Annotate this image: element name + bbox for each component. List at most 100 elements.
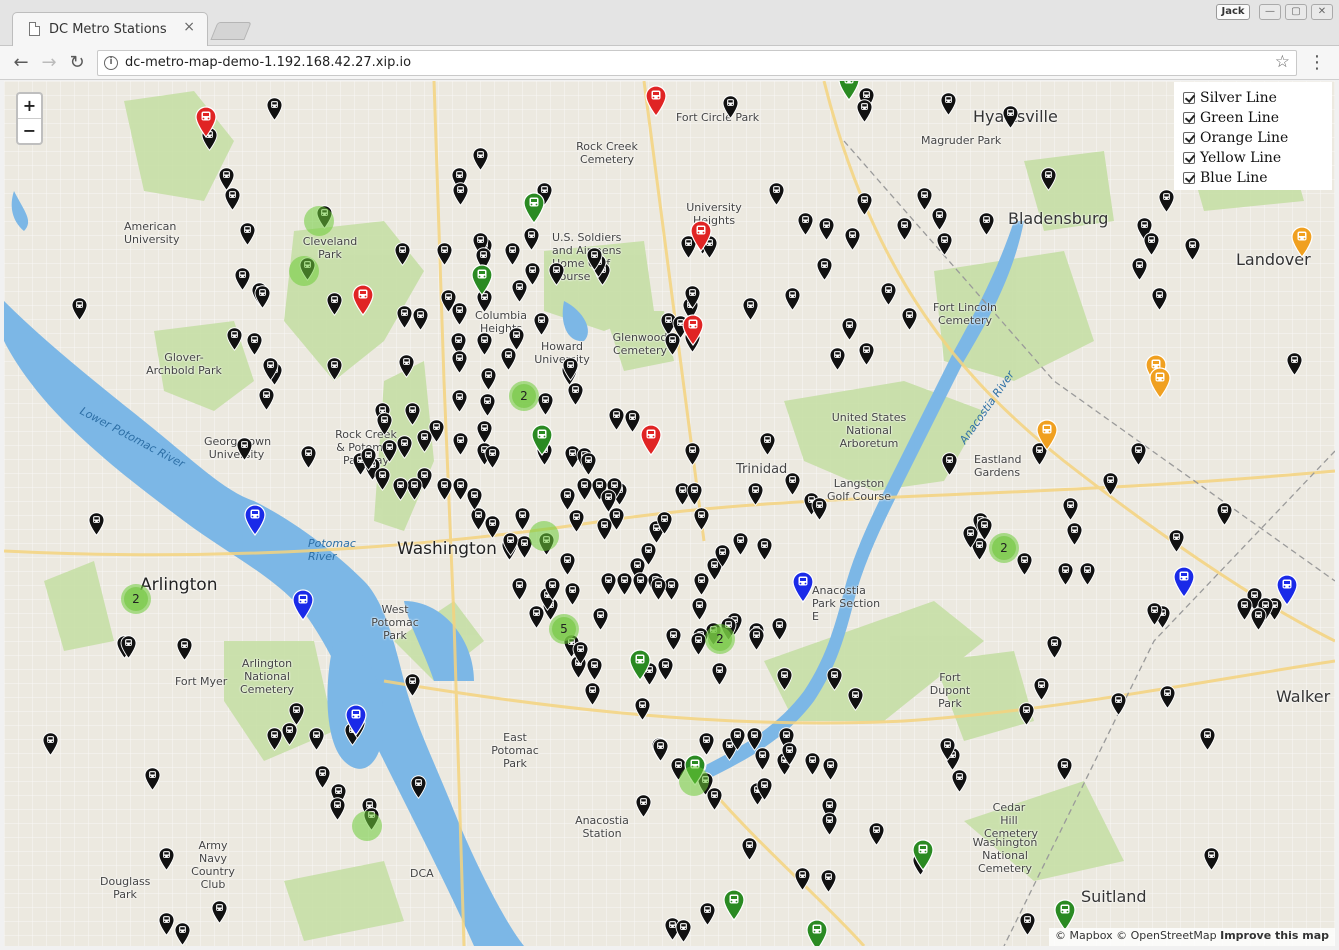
- station-marker-icon[interactable]: [404, 402, 421, 426]
- station-marker-icon[interactable]: [723, 889, 745, 921]
- station-marker-icon[interactable]: [829, 347, 846, 371]
- station-marker-icon[interactable]: [511, 279, 528, 303]
- station-marker-icon[interactable]: [592, 607, 609, 631]
- station-marker-icon[interactable]: [352, 284, 374, 316]
- checkbox-green[interactable]: [1183, 112, 1195, 124]
- back-icon[interactable]: ←: [10, 52, 32, 74]
- station-marker-icon[interactable]: [976, 517, 993, 541]
- station-marker-icon[interactable]: [345, 704, 367, 736]
- station-marker-icon[interactable]: [747, 482, 764, 506]
- station-marker-icon[interactable]: [176, 637, 193, 661]
- station-marker-icon[interactable]: [567, 382, 584, 406]
- station-marker-icon[interactable]: [158, 847, 175, 871]
- station-marker-icon[interactable]: [1146, 602, 1163, 626]
- browser-tab[interactable]: DC Metro Stations ×: [12, 12, 208, 46]
- station-marker-icon[interactable]: [794, 867, 811, 891]
- station-marker-icon[interactable]: [690, 632, 707, 656]
- station-marker-icon[interactable]: [412, 307, 429, 331]
- station-marker-icon[interactable]: [1002, 105, 1019, 129]
- station-marker-icon[interactable]: [596, 517, 613, 541]
- address-bar[interactable]: i dc-metro-map-demo-1.192.168.42.27.xip.…: [97, 50, 1297, 76]
- station-marker-icon[interactable]: [1286, 352, 1303, 376]
- station-marker-icon[interactable]: [523, 192, 545, 224]
- station-marker-icon[interactable]: [856, 192, 873, 216]
- station-marker-icon[interactable]: [224, 187, 241, 211]
- station-marker-icon[interactable]: [665, 627, 682, 651]
- station-marker-icon[interactable]: [847, 687, 864, 711]
- zoom-in-button[interactable]: +: [18, 94, 41, 118]
- station-marker-icon[interactable]: [729, 727, 746, 751]
- station-marker-icon[interactable]: [1036, 419, 1058, 451]
- station-marker-icon[interactable]: [360, 447, 377, 471]
- station-marker-icon[interactable]: [675, 919, 692, 943]
- station-marker-icon[interactable]: [326, 357, 343, 381]
- station-marker-icon[interactable]: [158, 912, 175, 936]
- station-marker-icon[interactable]: [476, 420, 493, 444]
- station-marker-icon[interactable]: [1033, 677, 1050, 701]
- station-marker-icon[interactable]: [1168, 529, 1185, 553]
- station-marker-icon[interactable]: [806, 919, 828, 946]
- station-marker-icon[interactable]: [624, 409, 641, 433]
- station-marker-icon[interactable]: [664, 332, 681, 356]
- station-marker-icon[interactable]: [838, 81, 860, 101]
- station-marker-icon[interactable]: [266, 97, 283, 121]
- station-marker-icon[interactable]: [580, 452, 597, 476]
- station-marker-icon[interactable]: [502, 532, 519, 556]
- station-marker-icon[interactable]: [1199, 727, 1216, 751]
- layer-yellow[interactable]: Yellow Line: [1183, 148, 1332, 168]
- station-marker-icon[interactable]: [1057, 562, 1074, 586]
- station-marker-icon[interactable]: [436, 477, 453, 501]
- station-marker-icon[interactable]: [754, 747, 771, 771]
- station-marker-icon[interactable]: [244, 504, 266, 536]
- station-marker-icon[interactable]: [392, 477, 409, 501]
- station-marker-icon[interactable]: [531, 424, 553, 456]
- station-marker-icon[interactable]: [396, 305, 413, 329]
- station-marker-icon[interactable]: [629, 649, 651, 681]
- station-marker-icon[interactable]: [410, 775, 427, 799]
- station-marker-icon[interactable]: [329, 797, 346, 821]
- close-window-icon[interactable]: ✕: [1311, 4, 1333, 20]
- checkbox-blue[interactable]: [1183, 172, 1195, 184]
- station-marker-icon[interactable]: [640, 424, 662, 456]
- kebab-menu-icon[interactable]: ⋮: [1308, 52, 1326, 74]
- station-marker-icon[interactable]: [479, 393, 496, 417]
- station-marker-icon[interactable]: [537, 392, 554, 416]
- station-marker-icon[interactable]: [548, 262, 565, 286]
- station-marker-icon[interactable]: [901, 307, 918, 331]
- station-marker-icon[interactable]: [533, 312, 550, 336]
- station-marker-icon[interactable]: [1018, 702, 1035, 726]
- new-tab-button[interactable]: [210, 22, 252, 40]
- improve-map-link[interactable]: Improve this map: [1220, 929, 1329, 942]
- station-marker-icon[interactable]: [1184, 237, 1201, 261]
- station-marker-icon[interactable]: [931, 207, 948, 231]
- cluster-marker[interactable]: 5: [549, 614, 579, 644]
- station-marker-icon[interactable]: [792, 571, 814, 603]
- url-text[interactable]: dc-metro-map-demo-1.192.168.42.27.xip.io: [125, 55, 411, 70]
- station-marker-icon[interactable]: [684, 285, 701, 309]
- station-marker-icon[interactable]: [693, 572, 710, 596]
- station-marker-icon[interactable]: [978, 212, 995, 236]
- station-marker-icon[interactable]: [657, 657, 674, 681]
- checkbox-yellow[interactable]: [1183, 152, 1195, 164]
- station-marker-icon[interactable]: [936, 232, 953, 256]
- station-marker-icon[interactable]: [868, 822, 885, 846]
- station-marker-icon[interactable]: [951, 769, 968, 793]
- cluster-blob[interactable]: [679, 766, 709, 796]
- station-marker-icon[interactable]: [820, 869, 837, 893]
- station-marker-icon[interactable]: [308, 727, 325, 751]
- checkbox-silver[interactable]: [1183, 92, 1195, 104]
- layer-blue[interactable]: Blue Line: [1183, 168, 1332, 188]
- station-marker-icon[interactable]: [691, 597, 708, 621]
- station-marker-icon[interactable]: [404, 673, 421, 697]
- station-marker-icon[interactable]: [559, 552, 576, 576]
- station-marker-icon[interactable]: [428, 419, 445, 443]
- station-marker-icon[interactable]: [511, 577, 528, 601]
- station-marker-icon[interactable]: [476, 332, 493, 356]
- station-marker-icon[interactable]: [741, 837, 758, 861]
- station-marker-icon[interactable]: [1143, 232, 1160, 256]
- cluster-marker[interactable]: 2: [121, 584, 151, 614]
- station-marker-icon[interactable]: [144, 767, 161, 791]
- station-marker-icon[interactable]: [939, 737, 956, 761]
- zoom-out-button[interactable]: −: [18, 118, 41, 142]
- station-marker-icon[interactable]: [1216, 502, 1233, 526]
